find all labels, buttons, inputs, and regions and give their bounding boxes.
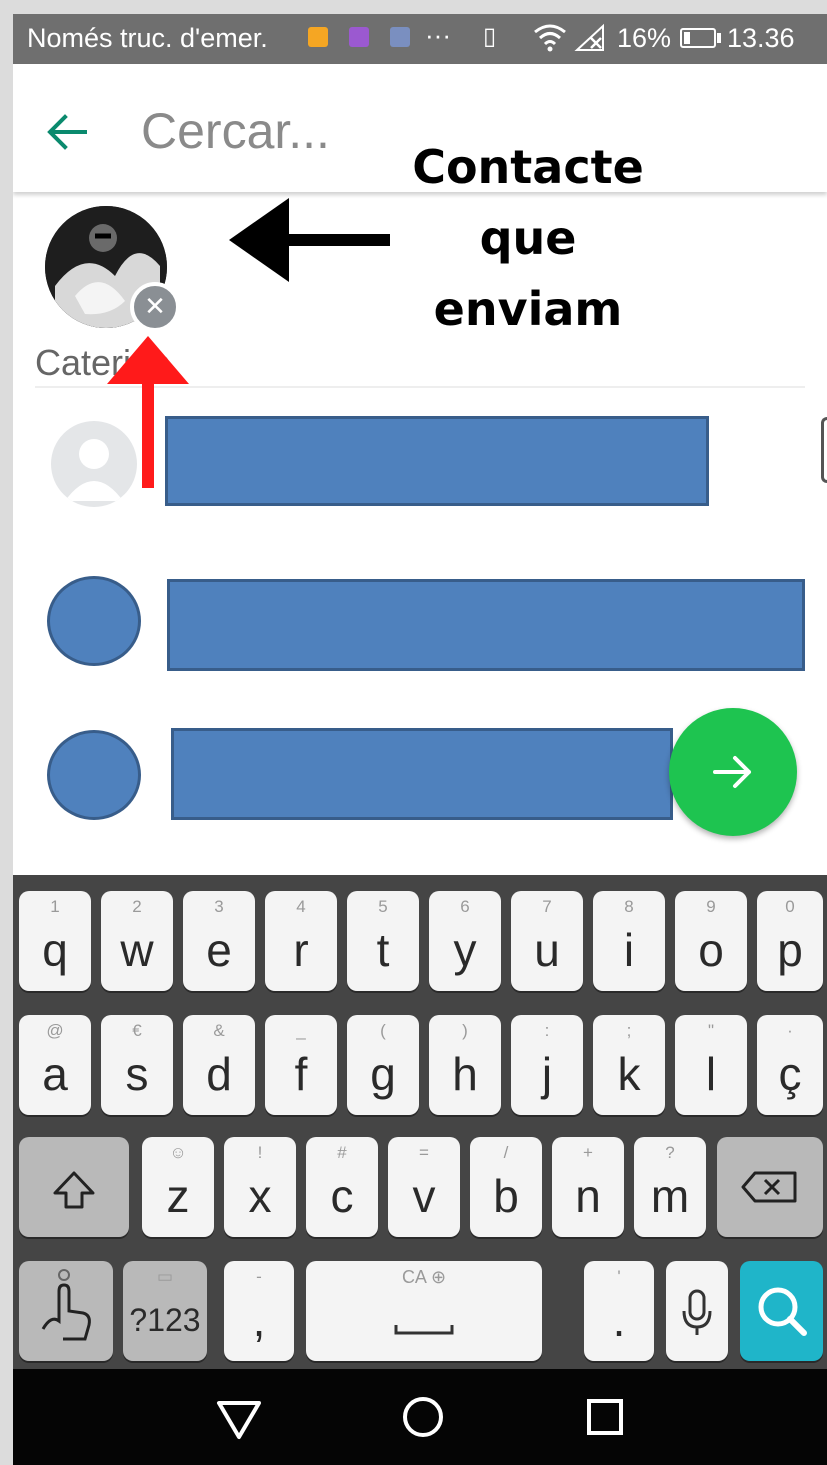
key-i[interactable]: 8i: [593, 891, 665, 991]
arrow-right-icon: [713, 756, 751, 788]
swipe-gesture-icon: [41, 1269, 91, 1341]
key-s[interactable]: € s: [101, 1015, 173, 1115]
key-r[interactable]: 4r: [265, 891, 337, 991]
key-q[interactable]: 1q: [19, 891, 91, 991]
battery-cap: [717, 33, 721, 43]
key-c-cedilla[interactable]: · ç: [757, 1015, 823, 1115]
notification-icon: [349, 27, 369, 47]
key-k[interactable]: ; k: [593, 1015, 665, 1115]
annotation-line: Contacte: [412, 140, 644, 194]
key-j[interactable]: :j: [511, 1015, 583, 1115]
triangle-back-icon[interactable]: [209, 1387, 269, 1447]
microphone-icon: [682, 1289, 712, 1335]
key-u[interactable]: 7u: [511, 891, 583, 991]
keyboard: 1q 2w 3e 4r 5t 6y 7u 8i 9o 0p @ a € s & d _…: [13, 875, 827, 1369]
battery-icon: [680, 28, 716, 48]
overflow-indicator: ···: [425, 20, 451, 50]
gesture-key[interactable]: [19, 1261, 113, 1361]
key-d[interactable]: & d: [183, 1015, 255, 1115]
phone-screen: Només truc. d'emer. ··· ▯ 16% 13.36 Cerc…: [13, 14, 827, 1465]
key-f[interactable]: _ f: [265, 1015, 337, 1115]
circle-home-icon[interactable]: [393, 1387, 453, 1447]
space-icon: [394, 1325, 454, 1335]
search-input[interactable]: [141, 96, 401, 166]
key-y[interactable]: 6y: [429, 891, 501, 991]
key-h[interactable]: ) h: [429, 1015, 501, 1115]
carrier-label: Només truc. d'emer.: [27, 23, 268, 53]
key-v[interactable]: = v: [388, 1137, 460, 1237]
clock: 13.36: [727, 23, 795, 53]
square-recents-icon[interactable]: [575, 1387, 635, 1447]
key-b[interactable]: / b: [470, 1137, 542, 1237]
contact-avatar[interactable]: [51, 421, 137, 507]
key-n[interactable]: + n: [552, 1137, 624, 1237]
symbols-key[interactable]: ▭ ?123: [123, 1261, 207, 1361]
mic-key[interactable]: [666, 1261, 728, 1361]
redacted-contact-name: [171, 728, 673, 820]
status-bar: Només truc. d'emer. ··· ▯ 16% 13.36: [13, 14, 827, 64]
key-e[interactable]: 3e: [183, 891, 255, 991]
wifi-icon: [534, 24, 566, 52]
annotation-line: que: [479, 211, 577, 265]
key-m[interactable]: ? m: [634, 1137, 706, 1237]
gallery-notification-icon: [390, 27, 410, 47]
backspace-icon: [741, 1171, 797, 1203]
close-icon: ✕: [144, 292, 166, 322]
annotation-line: enviam: [433, 282, 623, 336]
backspace-key[interactable]: [717, 1137, 823, 1237]
key-x[interactable]: ! x: [224, 1137, 296, 1237]
annotation-label: Contacte que enviam: [393, 132, 663, 345]
key-z[interactable]: ☺ z: [142, 1137, 214, 1237]
key-w[interactable]: 2w: [101, 891, 173, 991]
vibrate-icon: ▯: [483, 22, 497, 50]
key-o[interactable]: 9o: [675, 891, 747, 991]
key-a[interactable]: @ a: [19, 1015, 91, 1115]
key-p[interactable]: 0p: [757, 891, 823, 991]
key-t[interactable]: 5t: [347, 891, 419, 991]
remove-contact-button[interactable]: ✕: [130, 282, 180, 332]
notification-icon: [308, 27, 328, 47]
key-c[interactable]: # c: [306, 1137, 378, 1237]
search-icon: [758, 1287, 807, 1336]
redacted-contact-avatar[interactable]: [47, 576, 141, 666]
battery-percent: 16%: [617, 23, 672, 53]
signal-icon: [574, 23, 604, 51]
key-g[interactable]: (g: [347, 1015, 419, 1115]
redacted-contact-name: [167, 579, 805, 671]
arrow-left-icon[interactable]: [45, 112, 89, 152]
key-l[interactable]: " l: [675, 1015, 747, 1115]
shift-key[interactable]: [19, 1137, 129, 1237]
comma-key[interactable]: -,: [224, 1261, 294, 1361]
search-key[interactable]: [740, 1261, 823, 1361]
navigation-bar: [13, 1369, 827, 1465]
shift-icon: [53, 1171, 95, 1209]
row-edge-marker: [821, 417, 827, 483]
space-bar[interactable]: CA ⊕: [306, 1261, 542, 1361]
redacted-contact-name: [165, 416, 709, 506]
annotation-arrow-left: [229, 198, 390, 282]
period-key[interactable]: '.: [584, 1261, 654, 1361]
redacted-contact-avatar[interactable]: [47, 730, 141, 820]
send-button[interactable]: [669, 708, 797, 836]
